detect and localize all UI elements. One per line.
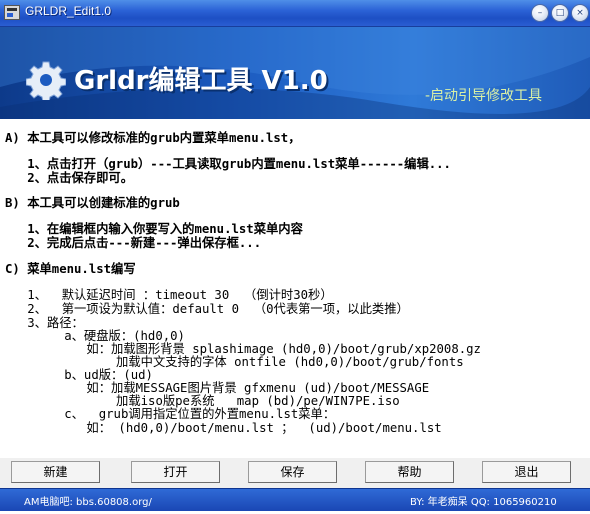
text-line: B) 本工具可以创建标准的grub bbox=[5, 196, 180, 210]
status-bar: AM电脑吧: bbs.60808.org/ BY: 年老痴呆 QQ: 10659… bbox=[0, 488, 590, 511]
minimize-button[interactable]: – bbox=[531, 4, 549, 22]
text-line: 2、完成后点击---新建---弹出保存框... bbox=[5, 236, 262, 250]
text-line: C) 菜单menu.lst编写 bbox=[5, 262, 136, 276]
text-line: a、硬盘版：(hd0,0) bbox=[5, 329, 185, 343]
banner-subtitle: -启动引导修改工具 bbox=[425, 88, 543, 104]
text-line: 如：加载图形背景 splashimage (hd0,0)/boot/grub/x… bbox=[5, 342, 481, 356]
text-line: c、 grub调用指定位置的外置menu.lst菜单： bbox=[5, 407, 336, 421]
menu-editor-textarea[interactable]: A) 本工具可以修改标准的grub内置菜单menu.lst， 1、点击打开（gr… bbox=[5, 123, 585, 455]
text-line: 加载iso版pe系统 map (bd)/pe/WIN7PE.iso bbox=[5, 394, 400, 408]
header-banner: Grldr编辑工具 V1.0 -启动引导修改工具 bbox=[0, 27, 590, 119]
banner-title: Grldr编辑工具 V1.0 bbox=[74, 66, 328, 96]
app-window: GRLDR_Edit1.0 – □ × Grldr编辑工具 V1.0 -启动引导… bbox=[0, 0, 590, 514]
maximize-button[interactable]: □ bbox=[551, 4, 569, 22]
forum-link[interactable]: AM电脑吧: bbs.60808.org/ bbox=[24, 493, 152, 508]
app-icon[interactable] bbox=[4, 5, 20, 20]
text-line: 3、路径： bbox=[5, 316, 84, 330]
text-line: 如：加载MESSAGE图片背景 gfxmenu (ud)/boot/MESSAG… bbox=[5, 381, 430, 395]
new-button[interactable]: 新建 bbox=[11, 461, 100, 483]
gear-icon bbox=[26, 61, 66, 100]
window-title: GRLDR_Edit1.0 bbox=[25, 4, 112, 18]
text-line: 1、在编辑框内输入你要写入的menu.lst菜单内容 bbox=[5, 222, 303, 236]
close-icon: × bbox=[576, 8, 584, 18]
text-line: 2、点击保存即可。 bbox=[5, 171, 133, 185]
text-line: 1、点击打开（grub）---工具读取grub内置menu.lst菜单-----… bbox=[5, 157, 451, 171]
text-line: 2、 第一项设为默认值：default 0 （0代表第一项，以此类推） bbox=[5, 302, 409, 316]
minimize-icon: – bbox=[537, 8, 543, 18]
maximize-icon: □ bbox=[555, 8, 565, 18]
text-line: b、ud版：(ud) bbox=[5, 368, 153, 382]
author-info: BY: 年老痴呆 QQ: 1065960210 bbox=[410, 497, 557, 508]
open-button[interactable]: 打开 bbox=[131, 461, 220, 483]
text-line: 1、 默认延迟时间 ：timeout 30 （倒计时30秒） bbox=[5, 288, 333, 302]
text-line: 如： (hd0,0)/boot/menu.lst ； (ud)/boot/men… bbox=[5, 421, 442, 435]
text-line: A) 本工具可以修改标准的grub内置菜单menu.lst， bbox=[5, 131, 301, 145]
exit-button[interactable]: 退出 bbox=[482, 461, 571, 483]
button-bar: 新建 打开 保存 帮助 退出 bbox=[0, 458, 590, 488]
close-button[interactable]: × bbox=[571, 4, 589, 22]
text-line: 加载中文支持的字体 ontfile (hd0,0)/boot/grub/font… bbox=[5, 355, 464, 369]
title-bar[interactable]: GRLDR_Edit1.0 – □ × bbox=[0, 0, 590, 27]
save-button[interactable]: 保存 bbox=[248, 461, 337, 483]
help-button[interactable]: 帮助 bbox=[365, 461, 454, 483]
